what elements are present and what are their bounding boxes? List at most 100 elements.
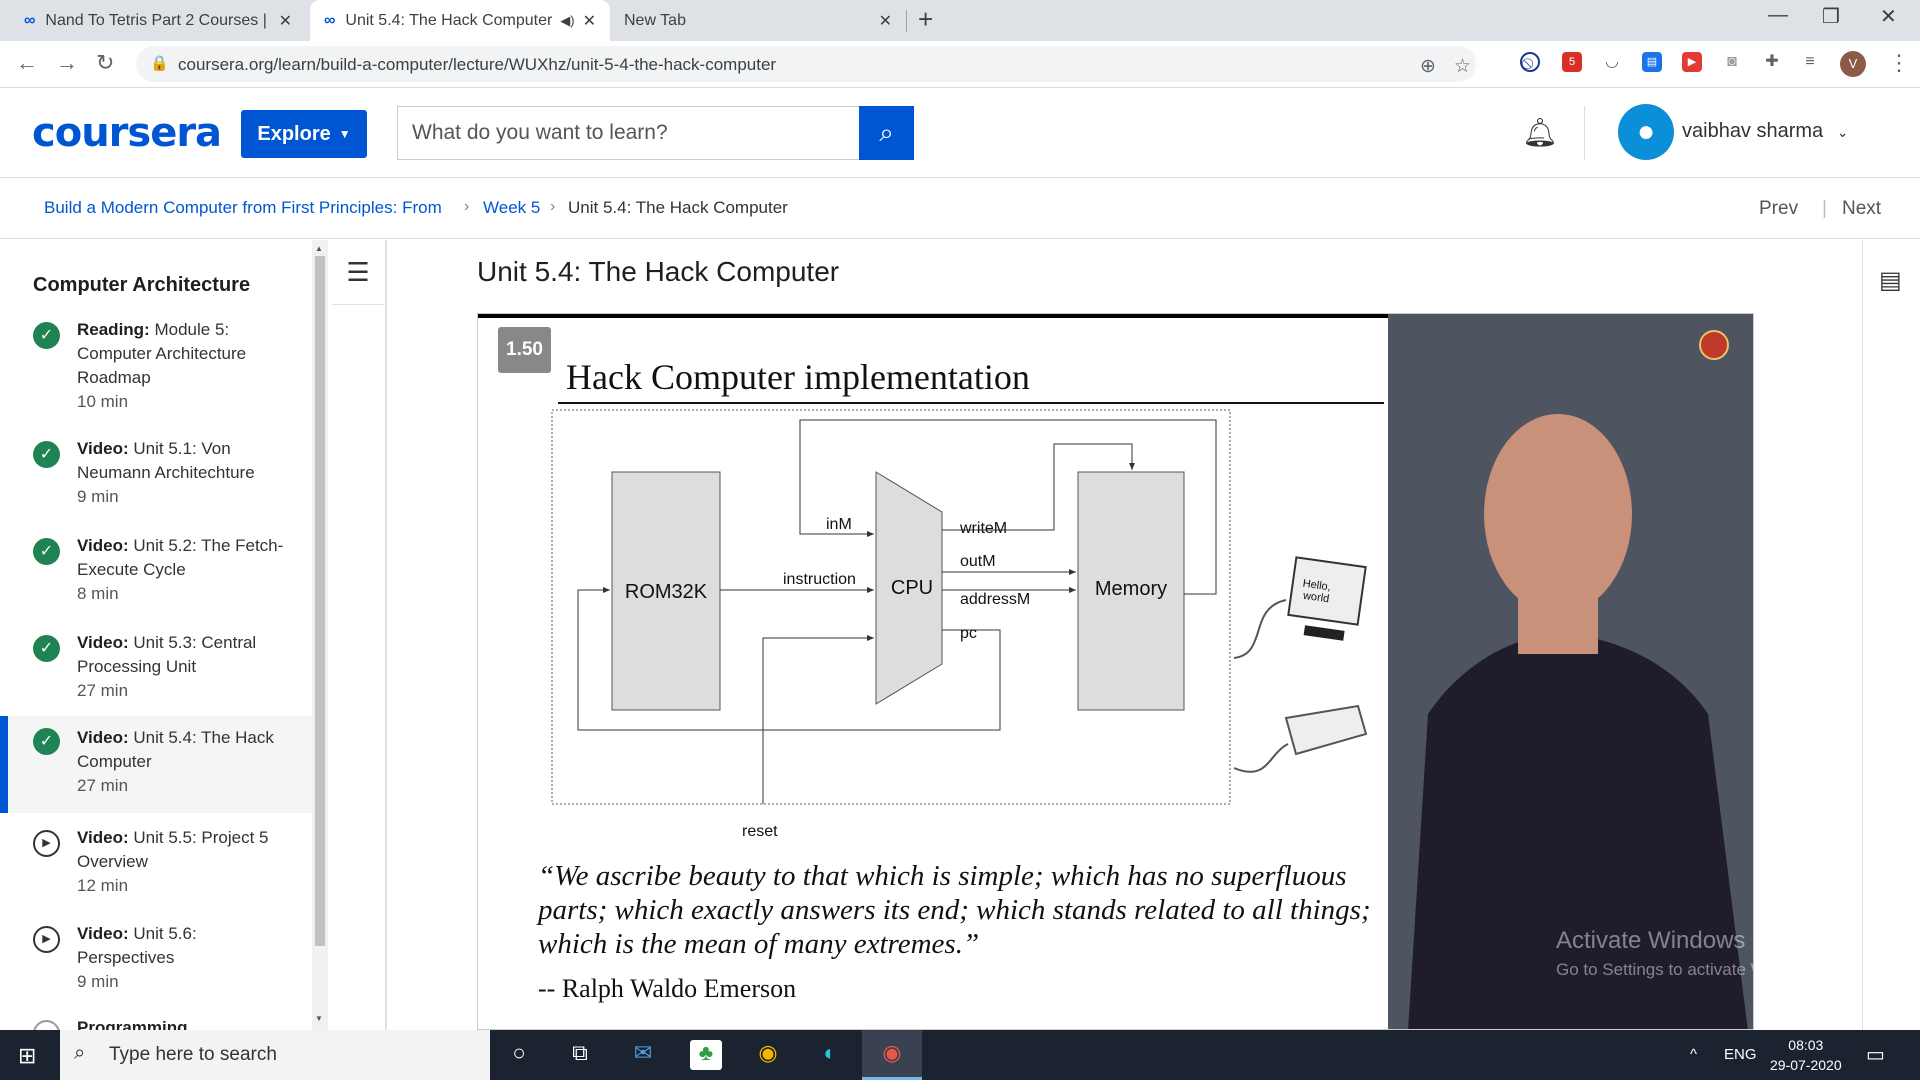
browser-profile-avatar[interactable]: V bbox=[1840, 51, 1866, 77]
search-icon: ⌕ bbox=[879, 117, 894, 147]
item-duration: 9 min bbox=[77, 487, 119, 506]
explore-button[interactable]: Explore ▼ bbox=[241, 110, 367, 158]
pc-label: pc bbox=[960, 625, 977, 642]
lecture-title: Unit 5.4: The Hack Computer bbox=[477, 256, 840, 287]
breadcrumb: Build a Modern Computer from First Princ… bbox=[0, 178, 1920, 239]
sidebar-item-unit-5-5[interactable]: ▶ Video: Unit 5.5: Project 5 Overview 12… bbox=[0, 826, 312, 900]
sidebar-item-label: Video: Unit 5.6: Perspectives bbox=[77, 922, 297, 970]
close-icon[interactable]: ✕ bbox=[583, 11, 596, 31]
block-extension-icon[interactable]: ⃠ bbox=[1520, 52, 1540, 72]
edge-icon[interactable]: ◐ bbox=[814, 1040, 846, 1070]
header-divider bbox=[1584, 106, 1585, 160]
evernote-icon[interactable]: ♣ bbox=[690, 1040, 722, 1070]
sidebar-item-programming[interactable]: Programming bbox=[0, 1016, 312, 1030]
sidebar-item-unit-5-6[interactable]: ▶ Video: Unit 5.6: Perspectives 9 min bbox=[0, 922, 312, 996]
close-icon[interactable]: ✕ bbox=[279, 11, 292, 31]
chrome-profile-icon[interactable]: ◉ bbox=[876, 1040, 908, 1070]
back-arrow-icon[interactable]: ← bbox=[16, 50, 38, 76]
breadcrumb-week[interactable]: Week 5 bbox=[483, 198, 540, 218]
zoom-icon[interactable]: ⊕ bbox=[1420, 55, 1436, 78]
sidebar-item-label: Video: Unit 5.3: Central Processing Unit bbox=[77, 631, 297, 679]
breadcrumb-course[interactable]: Build a Modern Computer from First Princ… bbox=[44, 198, 442, 218]
media-queue-icon[interactable]: ≡ bbox=[1800, 52, 1820, 72]
prev-button[interactable]: Prev bbox=[1759, 198, 1798, 220]
adblock-icon[interactable]: 5 bbox=[1562, 52, 1582, 72]
minimize-icon[interactable]: — bbox=[1768, 4, 1788, 27]
site-header: coursera Explore ▼ What do you want to l… bbox=[0, 88, 1920, 178]
sidebar-item-unit-5-2[interactable]: ✓ Video: Unit 5.2: The Fetch-Execute Cyc… bbox=[0, 534, 312, 608]
taskbar-search[interactable]: ⌕ Type here to search bbox=[60, 1030, 490, 1080]
tab-nand-to-tetris[interactable]: ∞ Nand To Tetris Part 2 Courses | Co ✕ bbox=[10, 0, 306, 41]
sidebar-item-label: Programming bbox=[77, 1016, 297, 1030]
notes-icon[interactable]: ▤ bbox=[1879, 266, 1902, 295]
cpu-label: CPU bbox=[891, 577, 933, 599]
system-clock[interactable]: 08:03 29-07-2020 bbox=[1770, 1035, 1842, 1075]
tab-new-tab[interactable]: New Tab ✕ bbox=[610, 0, 906, 41]
scroll-thumb[interactable] bbox=[315, 256, 325, 946]
browser-tab-strip: ∞ Nand To Tetris Part 2 Courses | Co ✕ ∞… bbox=[0, 0, 1920, 41]
window-close-icon[interactable]: ✕ bbox=[1880, 4, 1897, 29]
outline-toggle-button[interactable]: ☰ bbox=[332, 240, 384, 305]
sidebar-scrollbar[interactable]: ▲ ▼ bbox=[312, 240, 328, 1030]
inm-label: inM bbox=[826, 516, 852, 533]
notifications-icon[interactable]: ▭ bbox=[1866, 1042, 1885, 1067]
user-avatar[interactable]: ● bbox=[1618, 104, 1674, 160]
browser-menu-icon[interactable]: ⋮ bbox=[1888, 50, 1910, 76]
cortana-icon[interactable]: ○ bbox=[503, 1040, 535, 1070]
breadcrumb-current: Unit 5.4: The Hack Computer bbox=[568, 198, 788, 217]
user-menu[interactable]: vaibhav sharma ⌄ bbox=[1682, 120, 1848, 143]
chrome-icon[interactable]: ◉ bbox=[752, 1040, 784, 1070]
scroll-down-icon[interactable]: ▼ bbox=[315, 1014, 323, 1023]
youtube-extension-icon[interactable]: ▶ bbox=[1682, 52, 1702, 72]
item-kind: Video: bbox=[77, 633, 129, 652]
profile-initial: V bbox=[1848, 56, 1858, 71]
slide-title: Hack Computer implementation bbox=[566, 357, 1030, 397]
tab-separator bbox=[906, 10, 907, 32]
checkmark-icon: ✓ bbox=[33, 441, 60, 468]
presenter-figure bbox=[1408, 414, 1748, 1029]
playback-speed-badge[interactable]: 1.50 bbox=[498, 327, 551, 373]
url-text[interactable]: coursera.org/learn/build-a-computer/lect… bbox=[178, 55, 776, 75]
item-duration: 10 min bbox=[77, 392, 129, 411]
address-bar[interactable]: 🔒 coursera.org/learn/build-a-computer/le… bbox=[136, 46, 1476, 82]
close-icon[interactable]: ✕ bbox=[879, 11, 892, 31]
input-language[interactable]: ENG bbox=[1724, 1046, 1757, 1063]
item-kind: Video: bbox=[77, 828, 129, 847]
new-tab-plus-icon[interactable]: + bbox=[918, 4, 933, 35]
tab-hack-computer[interactable]: ∞ Unit 5.4: The Hack Computer ◀) ✕ bbox=[310, 0, 610, 41]
chevron-right-icon: › bbox=[464, 198, 470, 215]
slide-quote-author: -- Ralph Waldo Emerson bbox=[538, 974, 797, 1003]
hack-computer-diagram: ROM32K CPU Memory inM writeM outM addres… bbox=[551, 409, 1368, 840]
play-icon: ▶ bbox=[33, 926, 60, 953]
task-view-icon[interactable]: ⧉ bbox=[564, 1040, 596, 1070]
search-button[interactable]: ⌕ bbox=[859, 106, 914, 160]
checkmark-icon: ✓ bbox=[33, 322, 60, 349]
mail-icon[interactable]: ✉ bbox=[627, 1040, 659, 1070]
windows-start-icon[interactable]: ⊞ bbox=[18, 1043, 36, 1069]
video-player[interactable]: 1.50 Hack Computer implementation ROM32K… bbox=[477, 313, 1754, 1030]
bookmark-star-icon[interactable]: ☆ bbox=[1454, 55, 1471, 78]
chevron-down-icon: ⌄ bbox=[1836, 124, 1849, 140]
search-input[interactable]: What do you want to learn? bbox=[397, 106, 859, 160]
reload-icon[interactable]: ↻ bbox=[96, 50, 114, 76]
scroll-up-icon[interactable]: ▲ bbox=[315, 244, 323, 253]
tray-chevron-up-icon[interactable]: ^ bbox=[1690, 1046, 1697, 1063]
sidebar-item-unit-5-1[interactable]: ✓ Video: Unit 5.1: Von Neumann Architech… bbox=[0, 437, 312, 511]
extensions-puzzle-icon[interactable]: ✚ bbox=[1762, 52, 1782, 72]
taskbar-search-placeholder: Type here to search bbox=[109, 1044, 277, 1065]
sidebar-item-unit-5-3[interactable]: ✓ Video: Unit 5.3: Central Processing Un… bbox=[0, 631, 312, 705]
speaker-icon[interactable]: ◀) bbox=[560, 13, 574, 29]
item-duration: 27 min bbox=[77, 776, 129, 795]
pocket-icon[interactable]: ◡ bbox=[1602, 52, 1622, 72]
checkmark-icon: ✓ bbox=[33, 538, 60, 565]
forward-arrow-icon[interactable]: → bbox=[56, 50, 78, 76]
restore-icon[interactable]: ❐ bbox=[1822, 4, 1840, 29]
coursera-logo[interactable]: coursera bbox=[32, 110, 222, 156]
reader-extension-icon[interactable]: ▤ bbox=[1642, 52, 1662, 72]
notification-bell-icon[interactable]: 🔔︎ bbox=[1522, 116, 1558, 149]
sidebar-item-unit-5-4[interactable]: ✓ Video: Unit 5.4: The Hack Computer 27 … bbox=[0, 716, 312, 813]
item-kind: Video: bbox=[77, 439, 129, 458]
next-button[interactable]: Next bbox=[1842, 198, 1881, 220]
camera-icon[interactable]: ◙ bbox=[1722, 52, 1742, 72]
sidebar-item-roadmap[interactable]: ✓ Reading: Module 5: Computer Architectu… bbox=[0, 318, 312, 414]
